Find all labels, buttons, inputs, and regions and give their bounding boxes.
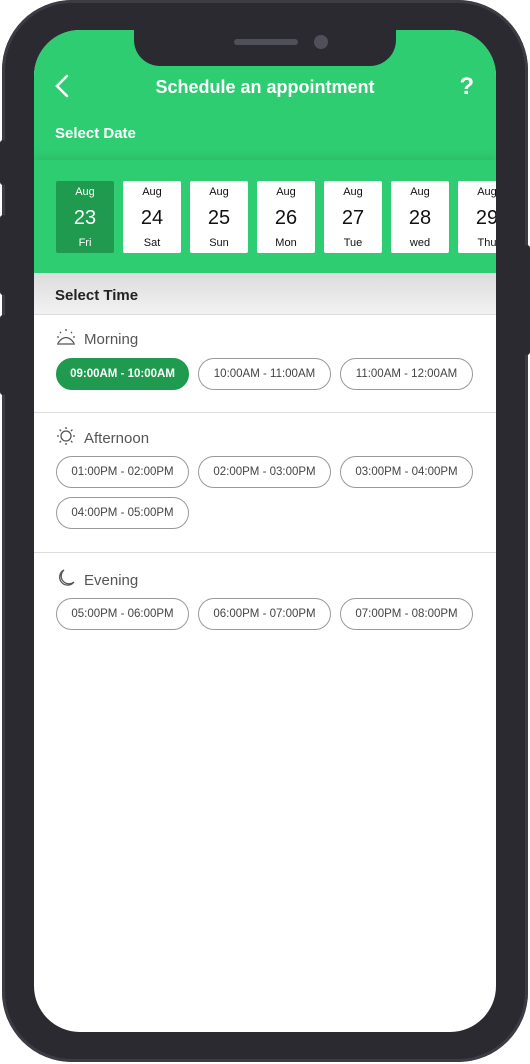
date-card-28[interactable]: Aug 28 wed xyxy=(391,181,449,253)
section-label: Evening xyxy=(84,571,139,589)
date-picker: Aug 23 Fri Aug 24 Sat Aug 25 Sun Aug 26 Mon Aug 27 Tue… xyxy=(34,160,496,273)
date-day: 27 xyxy=(341,207,365,229)
date-day: 29 xyxy=(475,207,496,229)
date-day: 25 xyxy=(207,207,231,229)
date-month: Aug xyxy=(209,186,229,198)
notch xyxy=(134,30,396,66)
divider xyxy=(34,412,496,413)
power-button xyxy=(524,245,530,355)
time-slot-button[interactable]: 02:00PM - 03:00PM xyxy=(198,456,331,488)
time-slot-button[interactable]: 05:00PM - 06:00PM xyxy=(56,598,189,630)
divider xyxy=(34,552,496,553)
camera xyxy=(314,35,328,49)
date-weekday: wed xyxy=(409,237,431,249)
time-slot-button[interactable]: 01:00PM - 02:00PM xyxy=(56,456,189,488)
date-card-27[interactable]: Aug 27 Tue xyxy=(324,181,382,253)
date-month: Aug xyxy=(276,186,296,198)
date-day: 26 xyxy=(274,207,298,229)
date-weekday: Sat xyxy=(143,237,161,249)
page-title: Schedule an appointment xyxy=(155,77,375,97)
time-slot-button[interactable]: 04:00PM - 05:00PM xyxy=(56,497,189,529)
time-slot-button[interactable]: 09:00AM - 10:00AM xyxy=(56,358,189,390)
date-weekday: Sun xyxy=(209,237,229,249)
time-slot-button[interactable]: 10:00AM - 11:00AM xyxy=(198,358,331,390)
section-afternoon: Afternoon xyxy=(56,426,149,450)
date-day: 24 xyxy=(140,207,164,229)
date-month: Aug xyxy=(75,186,95,198)
select-time-header: Select Time xyxy=(34,273,496,315)
moon-icon xyxy=(56,568,76,592)
volume-up-button xyxy=(0,215,6,295)
date-card-29[interactable]: Aug 29 Thu xyxy=(458,181,496,253)
date-weekday: Mon xyxy=(275,237,297,249)
speaker xyxy=(234,39,298,45)
select-date-label: Select Date xyxy=(55,125,136,142)
time-slot-button[interactable]: 03:00PM - 04:00PM xyxy=(340,456,473,488)
date-card-24[interactable]: Aug 24 Sat xyxy=(123,181,181,253)
date-day: 23 xyxy=(73,207,97,229)
sun-icon xyxy=(56,426,76,450)
date-month: Aug xyxy=(477,186,496,198)
time-slot-button[interactable]: 07:00PM - 08:00PM xyxy=(340,598,473,630)
section-evening: Evening xyxy=(56,568,138,592)
section-label: Afternoon xyxy=(84,429,150,447)
help-icon[interactable]: ? xyxy=(459,73,474,101)
section-morning: Morning xyxy=(56,328,138,350)
date-month: Aug xyxy=(142,186,162,198)
time-slot-button[interactable]: 11:00AM - 12:00AM xyxy=(340,358,473,390)
date-month: Aug xyxy=(410,186,430,198)
sunrise-icon xyxy=(56,328,76,350)
date-weekday: Fri xyxy=(78,237,92,249)
date-weekday: Tue xyxy=(343,237,363,249)
date-weekday: Thu xyxy=(477,237,496,249)
section-label: Morning xyxy=(84,330,139,348)
date-card-25[interactable]: Aug 25 Sun xyxy=(190,181,248,253)
volume-down-button xyxy=(0,315,6,395)
mute-switch xyxy=(0,140,6,185)
select-time-label: Select Time xyxy=(55,287,139,304)
app-screen: Schedule an appointment ? Select Date Au… xyxy=(34,30,496,1032)
date-card-26[interactable]: Aug 26 Mon xyxy=(257,181,315,253)
date-month: Aug xyxy=(343,186,363,198)
date-card-23[interactable]: Aug 23 Fri xyxy=(56,181,114,253)
date-day: 28 xyxy=(408,207,432,229)
time-slot-button[interactable]: 06:00PM - 07:00PM xyxy=(198,598,331,630)
